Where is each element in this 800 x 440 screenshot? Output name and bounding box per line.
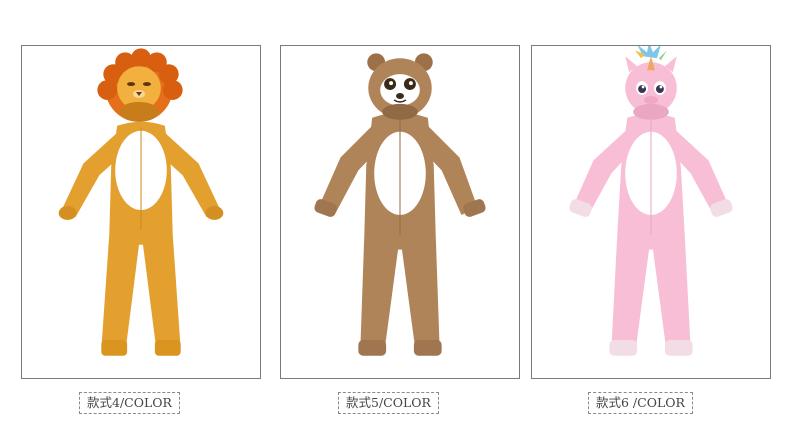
- product-card-unicorn[interactable]: [531, 45, 771, 379]
- unicorn-onesie-icon: [569, 46, 733, 356]
- lion-onesie-icon: [58, 48, 224, 356]
- product-label-bear: 款式5/COLOR: [338, 392, 439, 414]
- product-label-unicorn: 款式6 /COLOR: [588, 392, 693, 414]
- product-label-lion: 款式4/COLOR: [79, 392, 180, 414]
- product-card-bear[interactable]: [280, 45, 520, 379]
- product-card-lion[interactable]: [21, 45, 261, 379]
- bear-onesie-icon: [314, 53, 486, 356]
